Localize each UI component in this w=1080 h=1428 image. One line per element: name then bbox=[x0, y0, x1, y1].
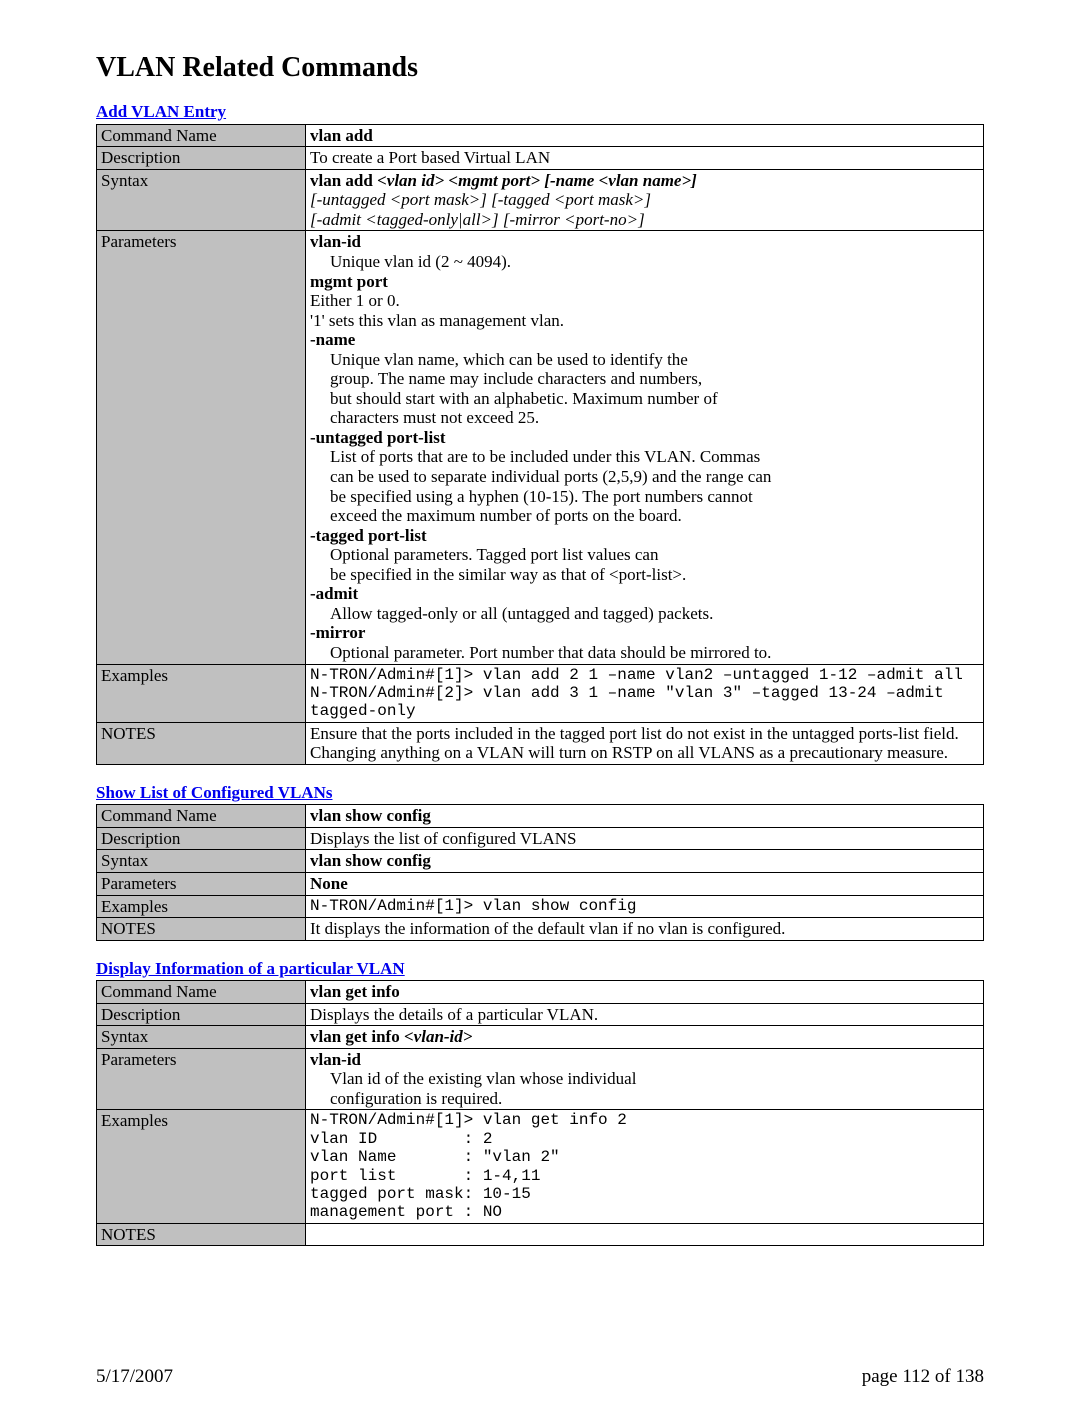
section-title-show-config: Show List of Configured VLANs bbox=[96, 783, 984, 803]
footer: 5/17/2007 page 112 of 138 bbox=[96, 1366, 984, 1388]
page-title: VLAN Related Commands bbox=[96, 52, 984, 84]
footer-page: page 112 of 138 bbox=[862, 1366, 984, 1388]
value-notes: Ensure that the ports included in the ta… bbox=[306, 722, 984, 764]
value-syntax: vlan add <vlan id> <mgmt port> [-name <v… bbox=[306, 169, 984, 231]
label-notes: NOTES bbox=[97, 918, 306, 941]
footer-date: 5/17/2007 bbox=[96, 1366, 173, 1388]
label-command-name: Command Name bbox=[97, 805, 306, 828]
label-notes: NOTES bbox=[97, 722, 306, 764]
value-notes: It displays the information of the defau… bbox=[306, 918, 984, 941]
label-description: Description bbox=[97, 1003, 306, 1026]
label-description: Description bbox=[97, 147, 306, 170]
table-show-config: Command Name vlan show config Descriptio… bbox=[96, 804, 984, 940]
label-examples: Examples bbox=[97, 895, 306, 918]
value-examples: N-TRON/Admin#[1]> vlan show config bbox=[306, 895, 984, 918]
label-syntax: Syntax bbox=[97, 850, 306, 873]
label-examples: Examples bbox=[97, 1110, 306, 1223]
label-parameters: Parameters bbox=[97, 872, 306, 895]
label-syntax: Syntax bbox=[97, 1026, 306, 1049]
value-notes bbox=[306, 1223, 984, 1246]
value-parameters: vlan-id Vlan id of the existing vlan who… bbox=[306, 1048, 984, 1110]
label-parameters: Parameters bbox=[97, 1048, 306, 1110]
label-syntax: Syntax bbox=[97, 169, 306, 231]
value-parameters: None bbox=[306, 872, 984, 895]
value-description: Displays the details of a particular VLA… bbox=[306, 1003, 984, 1026]
section-title-add-vlan: Add VLAN Entry bbox=[96, 102, 984, 122]
value-parameters: vlan-id Unique vlan id (2 ~ 4094). mgmt … bbox=[306, 231, 984, 664]
value-description: Displays the list of configured VLANS bbox=[306, 827, 984, 850]
label-notes: NOTES bbox=[97, 1223, 306, 1246]
label-command-name: Command Name bbox=[97, 981, 306, 1004]
label-examples: Examples bbox=[97, 664, 306, 722]
section-title-get-info: Display Information of a particular VLAN bbox=[96, 959, 984, 979]
label-parameters: Parameters bbox=[97, 231, 306, 664]
value-command-name: vlan add bbox=[306, 124, 984, 147]
value-examples: N-TRON/Admin#[1]> vlan add 2 1 –name vla… bbox=[306, 664, 984, 722]
label-description: Description bbox=[97, 827, 306, 850]
value-syntax: vlan show config bbox=[306, 850, 984, 873]
table-get-info: Command Name vlan get info Description D… bbox=[96, 980, 984, 1246]
value-syntax: vlan get info <vlan-id> bbox=[306, 1026, 984, 1049]
label-command-name: Command Name bbox=[97, 124, 306, 147]
table-add-vlan: Command Name vlan add Description To cre… bbox=[96, 124, 984, 765]
value-description: To create a Port based Virtual LAN bbox=[306, 147, 984, 170]
value-command-name: vlan show config bbox=[306, 805, 984, 828]
value-command-name: vlan get info bbox=[306, 981, 984, 1004]
value-examples: N-TRON/Admin#[1]> vlan get info 2 vlan I… bbox=[306, 1110, 984, 1223]
